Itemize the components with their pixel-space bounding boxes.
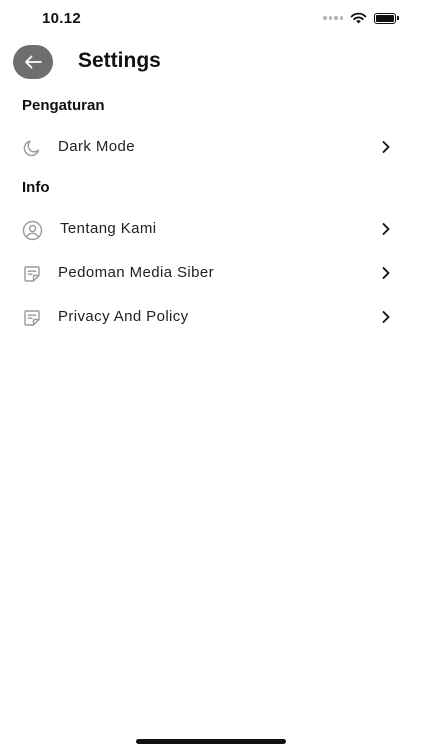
settings-item-privacy-and-policy[interactable]: Privacy And Policy	[0, 299, 422, 335]
status-time: 10.12	[42, 10, 82, 27]
settings-item-label: Dark Mode	[58, 138, 135, 155]
chevron-right-icon	[382, 223, 390, 235]
status-icons	[323, 12, 399, 24]
wifi-icon	[350, 12, 367, 24]
settings-item-pedoman-media-siber[interactable]: Pedoman Media Siber	[0, 255, 422, 291]
chevron-right-icon	[382, 141, 390, 153]
page-title: Settings	[78, 49, 161, 72]
back-button[interactable]	[13, 45, 53, 79]
battery-icon	[374, 12, 399, 24]
section-title-pengaturan: Pengaturan	[22, 97, 105, 114]
section-title-info: Info	[22, 179, 50, 196]
moon-icon	[21, 137, 43, 159]
chevron-right-icon	[382, 267, 390, 279]
note-icon	[21, 263, 43, 285]
header: Settings	[0, 44, 422, 82]
user-circle-icon	[21, 219, 43, 241]
note-icon	[21, 307, 43, 329]
settings-item-tentang-kami[interactable]: Tentang Kami	[0, 211, 422, 247]
home-indicator[interactable]	[136, 739, 286, 744]
arrow-left-icon	[25, 55, 42, 69]
chevron-right-icon	[382, 311, 390, 323]
settings-item-label: Tentang Kami	[60, 220, 157, 237]
settings-item-label: Privacy And Policy	[58, 308, 189, 325]
settings-item-label: Pedoman Media Siber	[58, 264, 215, 281]
status-bar: 10.12	[0, 0, 422, 40]
signal-dots-icon	[323, 16, 343, 20]
settings-item-dark-mode[interactable]: Dark Mode	[0, 129, 422, 165]
